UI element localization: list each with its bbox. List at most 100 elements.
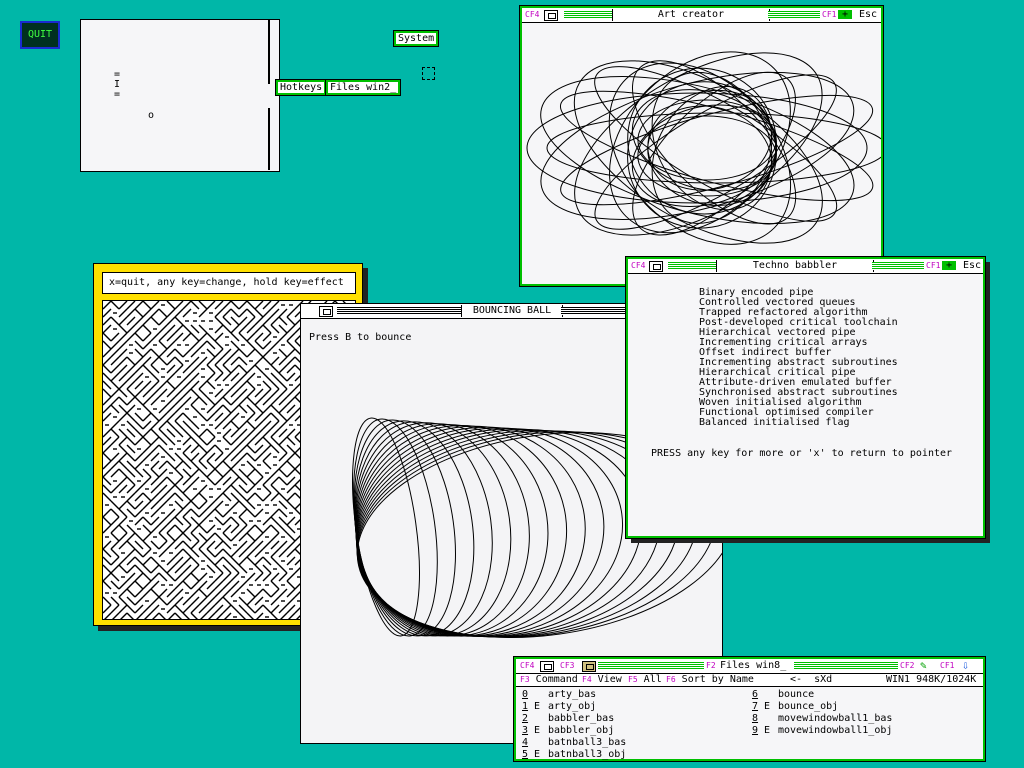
- maze-segment: [200, 612, 208, 619]
- spiro-curve: [560, 94, 874, 206]
- maze-segment: [270, 316, 280, 326]
- maze-segment: [246, 436, 256, 446]
- pen-icon[interactable]: ✎: [920, 660, 927, 672]
- maze-segment: [246, 412, 256, 422]
- maze-segment: [256, 612, 264, 619]
- list-item[interactable]: 8 movewindowball1_bas: [752, 713, 972, 725]
- maze-segment: [142, 316, 152, 326]
- maze-segment: [254, 396, 264, 406]
- menu-sort[interactable]: F6 Sort by Name: [666, 674, 754, 686]
- maze-segment: [174, 500, 184, 510]
- list-item[interactable]: 3 Ebabbler_obj: [522, 725, 742, 737]
- maze-segment: [158, 308, 168, 318]
- maze-segment: [182, 444, 192, 454]
- down-arrow-icon[interactable]: ⇩: [962, 659, 969, 672]
- maze-segment: [222, 516, 232, 526]
- maze-segment: [166, 596, 176, 606]
- esc-button[interactable]: Esc: [859, 9, 877, 21]
- maze-segment: [168, 612, 176, 619]
- menu-view[interactable]: F4 View: [582, 674, 622, 686]
- maze-segment: [278, 372, 288, 382]
- maze-segment: [286, 340, 296, 350]
- maze-segment: [246, 380, 256, 390]
- maze-segment: [246, 308, 256, 318]
- maze-segment: [174, 452, 184, 462]
- maze-segment: [206, 356, 216, 366]
- maze-segment: [206, 508, 216, 518]
- maze-segment: [182, 388, 192, 398]
- maze-segment: [103, 436, 112, 446]
- list-item[interactable]: 2 babbler_bas: [522, 713, 742, 725]
- maze-segment: [126, 604, 136, 614]
- maze-segment: [278, 564, 288, 574]
- esc-button[interactable]: Esc: [963, 260, 981, 272]
- techno-title-bar[interactable]: CF4 Techno babbler CF1 + Esc: [628, 259, 983, 274]
- list-item[interactable]: 6 bounce: [752, 689, 972, 701]
- maze-segment: [150, 308, 160, 318]
- hotkeys-button[interactable]: Hotkeys: [274, 79, 328, 96]
- techno-babbler-window[interactable]: CF4 Techno babbler CF1 + Esc Binary enco…: [625, 256, 986, 539]
- menu-command[interactable]: F3 Command: [520, 674, 578, 686]
- maze-segment: [118, 380, 128, 390]
- maze-segment: [278, 492, 288, 502]
- resize-icon[interactable]: +: [942, 261, 956, 271]
- maze-segment: [150, 356, 160, 366]
- art-creator-window[interactable]: CF4 Art creator CF1 + Esc: [519, 5, 884, 287]
- maze-segment: [222, 588, 232, 598]
- list-item[interactable]: 7 Ebounce_obj: [752, 701, 972, 713]
- window-stack-icon[interactable]: [544, 10, 558, 21]
- maze-segment: [262, 516, 272, 526]
- window-stack-icon[interactable]: [540, 661, 554, 672]
- files-title-bar[interactable]: CF4 CF3 F2 Files win8_ CF2 ✎ CF1 ⇩: [516, 659, 983, 674]
- list-item[interactable]: 9 Emovewindowball1_obj: [752, 725, 972, 737]
- window-stack-icon[interactable]: [319, 306, 333, 317]
- maze-segment: [270, 484, 280, 494]
- right-paddle-upper: [268, 20, 270, 84]
- maze-segment: [182, 612, 190, 619]
- maze-segment: [150, 420, 160, 430]
- maze-segment: [190, 452, 200, 462]
- pong-window[interactable]: = I = o: [80, 19, 280, 172]
- maze-segment: [246, 500, 256, 510]
- resize-icon[interactable]: +: [838, 10, 852, 20]
- quit-button[interactable]: QUIT: [20, 21, 60, 49]
- maze-segment: [103, 452, 112, 462]
- files-window[interactable]: CF4 CF3 F2 Files win8_ CF2 ✎ CF1 ⇩ F3 Co…: [513, 656, 986, 762]
- maze-segment: [110, 301, 120, 310]
- window-stack-icon[interactable]: [649, 261, 663, 272]
- maze-segment: [103, 332, 112, 342]
- maze-segment: [150, 364, 160, 374]
- maze-segment: [158, 356, 168, 366]
- maze-segment: [222, 508, 232, 518]
- maze-segment: [254, 588, 264, 598]
- path-indicator[interactable]: <- sXd: [790, 674, 832, 686]
- maze-segment: [158, 348, 168, 358]
- list-item[interactable]: 5 Ebatnball3_obj: [522, 749, 742, 761]
- title-stripes: [598, 662, 704, 670]
- folder-icon[interactable]: [582, 661, 596, 672]
- maze-segment: [238, 540, 248, 550]
- maze-segment: [150, 596, 160, 606]
- maze-segment: [214, 476, 224, 486]
- list-item[interactable]: 4 batnball3_bas: [522, 737, 742, 749]
- list-item[interactable]: 0 arty_bas: [522, 689, 742, 701]
- maze-segment: [286, 428, 296, 438]
- maze-segment: [126, 540, 136, 550]
- list-item[interactable]: 1 Earty_obj: [522, 701, 742, 713]
- art-title-bar[interactable]: CF4 Art creator CF1 + Esc: [522, 8, 881, 23]
- files-win2-button[interactable]: Files win2_: [324, 79, 402, 96]
- maze-segment: [158, 572, 168, 582]
- maze-segment: [262, 380, 272, 390]
- maze-segment: [222, 324, 232, 334]
- maze-segment: [198, 332, 208, 342]
- menu-all[interactable]: F5 All: [628, 674, 662, 686]
- maze-segment: [238, 524, 248, 534]
- maze-segment: [174, 588, 184, 598]
- maze-segment: [254, 404, 264, 414]
- pointer-selection-icon[interactable]: [422, 67, 435, 80]
- maze-segment: [174, 468, 184, 478]
- system-button[interactable]: System: [392, 30, 440, 47]
- maze-segment: [158, 596, 168, 606]
- maze-segment: [238, 372, 248, 382]
- maze-segment: [150, 588, 160, 598]
